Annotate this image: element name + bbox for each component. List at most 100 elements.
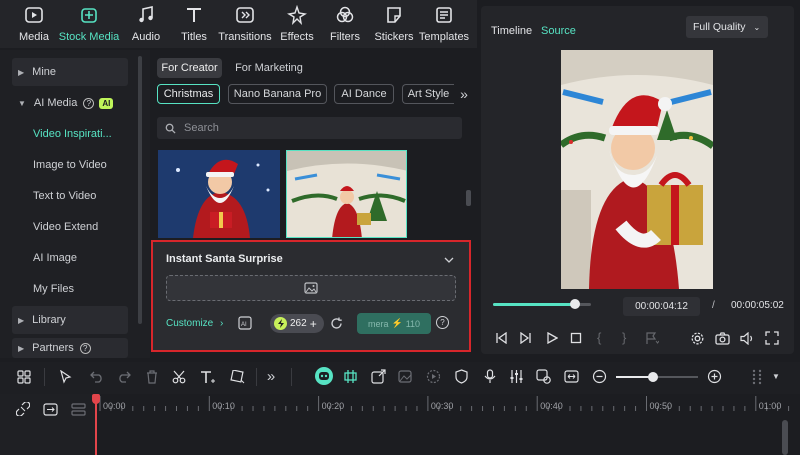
nav-image-to-video[interactable]: Image to Video bbox=[33, 151, 107, 179]
fullscreen-icon[interactable] bbox=[764, 330, 780, 346]
shield-mask-icon[interactable] bbox=[453, 368, 470, 385]
zoom-in-icon[interactable] bbox=[706, 368, 723, 385]
tab-for-marketing[interactable]: For Marketing bbox=[230, 58, 308, 78]
search-bar[interactable]: Search bbox=[157, 117, 462, 139]
toolbar-transitions[interactable]: Transitions bbox=[217, 4, 273, 46]
toolbar-stickers[interactable]: Stickers bbox=[366, 4, 422, 46]
tag-ai-dance[interactable]: AI Dance bbox=[334, 84, 394, 104]
transitions-icon bbox=[234, 4, 256, 26]
ai-clip-icon[interactable] bbox=[535, 368, 552, 385]
snap-magnet-icon[interactable] bbox=[342, 368, 359, 385]
template-detail-popup: Instant Santa Surprise Customize › AI 26… bbox=[151, 240, 471, 352]
scrub-bar[interactable] bbox=[493, 299, 591, 309]
playhead-handle[interactable] bbox=[92, 394, 100, 404]
tag-nano-banana-pro[interactable]: Nano Banana Pro bbox=[228, 84, 327, 104]
tags-more-arrow[interactable]: » bbox=[456, 84, 472, 104]
timeline-scrollbar[interactable] bbox=[782, 420, 788, 455]
nav-mine[interactable]: ▶ Mine bbox=[12, 58, 128, 86]
ai-settings-icon[interactable]: AI bbox=[237, 315, 253, 331]
media-scrollbar[interactable] bbox=[466, 190, 471, 206]
step-back-icon[interactable] bbox=[494, 331, 508, 345]
microphone-icon[interactable] bbox=[481, 368, 498, 385]
toolbar-filters[interactable]: Filters bbox=[317, 4, 373, 46]
template-thumb-santa-gift[interactable] bbox=[158, 150, 280, 238]
export-clip-icon[interactable] bbox=[370, 368, 387, 385]
track-manager-icon[interactable] bbox=[70, 401, 87, 417]
drag-handle-icon[interactable] bbox=[749, 368, 765, 386]
image-edit-icon[interactable] bbox=[397, 368, 414, 385]
generate-cost: 110 bbox=[405, 318, 421, 329]
cut-scissors-icon[interactable] bbox=[171, 369, 187, 385]
nav-video-inspiration[interactable]: Video Inspirati... bbox=[33, 120, 112, 148]
fit-timeline-icon[interactable] bbox=[563, 368, 580, 385]
add-track-icon[interactable] bbox=[42, 401, 59, 417]
layout-grid-icon[interactable] bbox=[16, 369, 32, 385]
nav-label: AI Media bbox=[33, 97, 78, 109]
refresh-icon[interactable] bbox=[329, 316, 343, 330]
undo-icon[interactable] bbox=[89, 369, 105, 385]
ai-assistant-icon[interactable] bbox=[315, 367, 333, 385]
nav-video-extend[interactable]: Video Extend bbox=[33, 213, 98, 241]
toolbar-divider bbox=[291, 368, 292, 386]
crop-shape-icon[interactable] bbox=[228, 369, 246, 385]
quality-dropdown[interactable]: Full Quality ⌄ bbox=[686, 16, 768, 38]
text-t-icon bbox=[183, 4, 205, 26]
template-thumb-santa-jet[interactable] bbox=[286, 150, 407, 238]
audio-mixer-icon[interactable] bbox=[508, 368, 525, 385]
customize-link[interactable]: Customize › bbox=[166, 318, 223, 329]
marker-icon[interactable] bbox=[644, 331, 660, 345]
tag-christmas[interactable]: Christmas bbox=[157, 84, 220, 104]
add-text-icon[interactable] bbox=[199, 369, 217, 385]
search-input[interactable]: Search bbox=[184, 122, 219, 134]
help-icon[interactable]: ? bbox=[83, 97, 95, 109]
zoom-out-icon[interactable] bbox=[591, 368, 608, 385]
toolbar-menu-arrow[interactable]: ▼ bbox=[772, 372, 780, 381]
volume-icon[interactable] bbox=[739, 330, 755, 346]
generate-button[interactable]: mera ⚡ 110 bbox=[357, 313, 431, 334]
image-upload-zone[interactable] bbox=[166, 275, 456, 301]
link-unlink-icon[interactable] bbox=[15, 401, 31, 417]
speed-icon[interactable] bbox=[425, 368, 442, 385]
chevron-down-icon[interactable] bbox=[443, 254, 455, 266]
nav-my-files[interactable]: My Files bbox=[33, 275, 74, 303]
snapshot-camera-icon[interactable] bbox=[714, 330, 730, 346]
select-pointer-icon[interactable] bbox=[58, 369, 74, 385]
nav-library[interactable]: ▶ Library bbox=[12, 306, 128, 334]
nav-partners[interactable]: ▶ Partners ? bbox=[12, 338, 128, 358]
toolbar-titles[interactable]: Titles bbox=[166, 4, 222, 46]
current-time[interactable]: 00:00:04:12 bbox=[623, 297, 700, 316]
nav-text-to-video[interactable]: Text to Video bbox=[33, 182, 96, 210]
mark-in-icon[interactable]: { bbox=[597, 330, 601, 345]
zoom-slider[interactable] bbox=[616, 372, 698, 382]
toolbar-media[interactable]: Media bbox=[6, 4, 62, 46]
tab-source[interactable]: Source bbox=[541, 25, 576, 37]
scrub-handle[interactable] bbox=[570, 299, 581, 309]
redo-icon[interactable] bbox=[116, 369, 132, 385]
mark-out-icon[interactable]: } bbox=[622, 330, 626, 345]
left-nav-scrollbar[interactable] bbox=[138, 56, 142, 324]
tag-art-style[interactable]: Art Style bbox=[402, 84, 454, 104]
more-tools-icon[interactable]: » bbox=[263, 367, 279, 385]
help-icon[interactable]: ? bbox=[436, 316, 449, 329]
credits-pill[interactable]: 262 + bbox=[270, 314, 324, 333]
caret-right-icon: ▶ bbox=[18, 67, 25, 77]
help-icon[interactable]: ? bbox=[79, 342, 91, 354]
stop-icon[interactable] bbox=[569, 331, 583, 345]
play-icon[interactable] bbox=[545, 331, 559, 345]
step-forward-icon[interactable] bbox=[519, 331, 533, 345]
tab-for-creator[interactable]: For Creator bbox=[157, 58, 222, 78]
scrub-fill bbox=[493, 303, 576, 306]
toolbar-stock-media[interactable]: Stock Media bbox=[58, 4, 120, 46]
video-frame[interactable] bbox=[561, 50, 713, 289]
settings-gear-icon[interactable] bbox=[689, 330, 705, 346]
effects-sparkle-icon bbox=[286, 4, 308, 26]
tab-timeline[interactable]: Timeline bbox=[491, 25, 532, 37]
nav-label: Partners bbox=[32, 342, 74, 354]
delete-trash-icon[interactable] bbox=[144, 369, 160, 385]
zoom-slider-handle[interactable] bbox=[648, 372, 658, 382]
zoom-slider-fill bbox=[616, 376, 652, 378]
nav-ai-media[interactable]: ▼ AI Media ? AI bbox=[12, 89, 114, 117]
toolbar-templates[interactable]: Templates bbox=[416, 4, 472, 46]
preview-panel: Timeline Source Full Quality ⌄ 00:00:04:… bbox=[481, 6, 794, 354]
nav-ai-image[interactable]: AI Image bbox=[33, 244, 77, 272]
